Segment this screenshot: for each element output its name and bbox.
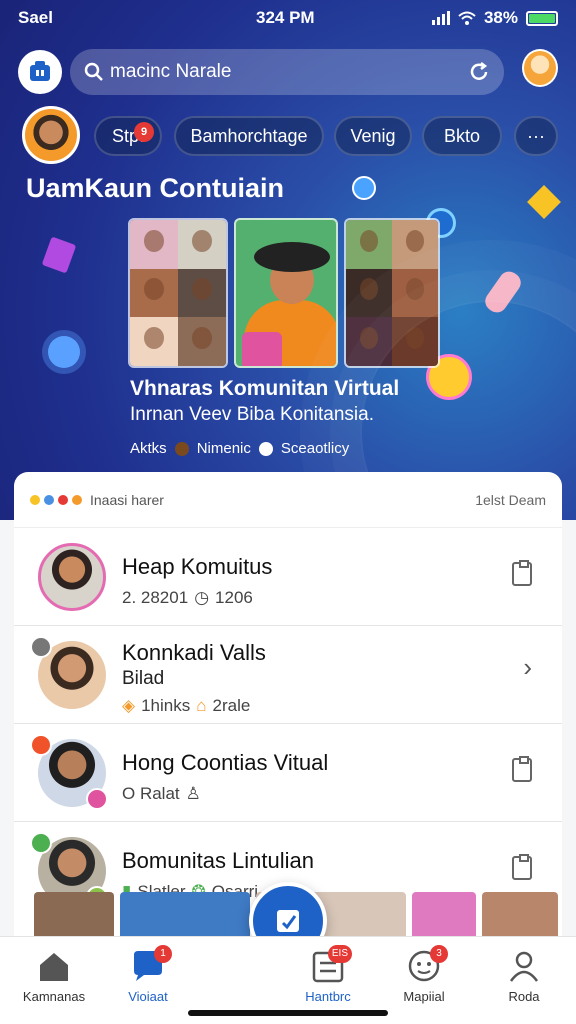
tab-mapiial[interactable]: 3 Mapiial: [374, 945, 474, 1004]
diamond-icon: [527, 185, 561, 219]
more-icon: ···: [527, 125, 545, 146]
tab-chat[interactable]: 1 Vioiaat: [98, 945, 198, 1004]
tab-news[interactable]: EIS Hantbrc: [278, 945, 378, 1004]
tag-icon: [174, 441, 189, 456]
battery-percent: 38%: [483, 8, 518, 27]
shield-icon: ◈: [122, 696, 136, 715]
photo-collage: [0, 218, 576, 368]
tag-icon: [258, 441, 273, 456]
bell-icon: ♙: [185, 784, 201, 803]
item-count: 1206: [215, 588, 253, 607]
chip-label: Bamhorchtage: [190, 125, 308, 146]
edit-icon: [277, 910, 299, 932]
chip-bamhorchtage[interactable]: Bamhorchtage: [174, 116, 324, 156]
avatar: [38, 543, 106, 611]
wifi-icon: [458, 11, 476, 25]
panel-header: Inaasi harer 1elst Deam: [14, 472, 562, 528]
item-title: Hong Coontias Vitual: [122, 750, 329, 775]
house-icon: ⌂: [196, 696, 207, 715]
search-input[interactable]: macinc Narale: [110, 61, 468, 83]
tab-label: Vioiaat: [128, 989, 168, 1004]
hero-banner: Sael 324 PM 38% macinc Narale Stpt 9 Bam…: [0, 0, 576, 520]
clock: 324 PM: [256, 8, 315, 27]
list-item[interactable]: Konnkadi Valls Bilad ◈ 1hinks ⌂ 2rale ›: [14, 626, 562, 724]
item-title: Bomunitas Lintulian: [122, 848, 315, 873]
tab-label: Roda: [508, 989, 540, 1004]
thumbnail[interactable]: [34, 892, 114, 942]
notification-badge: EIS: [327, 945, 352, 963]
tab-profile[interactable]: Roda: [474, 949, 574, 1004]
online-badge-icon: [30, 832, 52, 854]
profile-icon: [506, 949, 542, 983]
chip-bkto[interactable]: Bkto: [422, 116, 502, 156]
home-icon: [36, 949, 72, 983]
news-icon: EIS: [310, 945, 352, 983]
app-logo[interactable]: [18, 50, 62, 94]
photo-featured[interactable]: [234, 218, 338, 368]
profile-avatar[interactable]: [22, 106, 80, 164]
clock-icon: ◷: [194, 588, 210, 607]
list-item[interactable]: Heap Komuitus 2. 28201 ◷ 1206: [14, 528, 562, 626]
tab-label: Mapiial: [403, 989, 445, 1004]
more-button[interactable]: ···: [514, 116, 558, 156]
chip-label: Venig: [350, 125, 396, 146]
hero-subtitle: Vhnaras Komunitan Virtual: [130, 377, 400, 400]
photo-grid-left[interactable]: [128, 218, 228, 368]
community-list-panel: Inaasi harer 1elst Deam Heap Komuitus 2.…: [14, 472, 562, 942]
notification-badge: 3: [430, 945, 448, 963]
chat-icon: 1: [130, 945, 172, 983]
tab-label: Hantbrc: [305, 989, 351, 1004]
chip-badge: 9: [134, 122, 154, 142]
panel-header-right[interactable]: 1elst Deam: [475, 492, 546, 508]
status-badge: [30, 636, 52, 658]
item-meta: 2. 28201 ◷ 1206: [122, 588, 253, 608]
item-meta-2: 2rale: [212, 696, 251, 715]
carrier-label: Sael: [18, 8, 53, 27]
chip-stpt[interactable]: Stpt 9: [94, 116, 162, 156]
chip-label: Bkto: [443, 125, 481, 146]
hero-tags: Aktks Nimenic Sceaotlicy: [130, 440, 349, 457]
clipboard-icon[interactable]: [512, 854, 532, 880]
item-meta-1: O Ralat: [122, 784, 180, 803]
hero-title: UamKaun Contuiain: [26, 173, 285, 203]
thumbnail[interactable]: [412, 892, 476, 942]
chevron-right-icon[interactable]: ›: [523, 652, 532, 683]
thumbnail[interactable]: [482, 892, 558, 942]
tag-label[interactable]: Aktks: [130, 440, 167, 457]
item-meta: O Ralat ♙: [122, 784, 201, 804]
status-dots: [30, 494, 82, 505]
status-bar: Sael 324 PM 38%: [0, 0, 576, 36]
tag-label[interactable]: Sceaotlicy: [281, 440, 349, 457]
tab-home[interactable]: Kamnanas: [4, 949, 104, 1004]
chip-venig[interactable]: Venig: [334, 116, 412, 156]
heart-badge-icon: [86, 788, 108, 810]
item-title: Konnkadi Valls: [122, 640, 266, 665]
user-avatar[interactable]: [522, 49, 558, 87]
thumbnail[interactable]: [120, 892, 250, 942]
battery-icon: [526, 10, 558, 26]
tab-label: Kamnanas: [22, 989, 86, 1004]
search-icon: [84, 62, 103, 81]
refresh-icon[interactable]: [468, 61, 490, 83]
chat-bubble-icon: [352, 176, 376, 200]
home-indicator[interactable]: [188, 1010, 388, 1016]
item-title: Heap Komuitus: [122, 554, 273, 579]
item-meta-1: 1hinks: [141, 696, 191, 715]
clipboard-icon[interactable]: [512, 756, 532, 782]
item-meta: ◈ 1hinks ⌂ 2rale: [122, 696, 250, 716]
signal-icon: [431, 11, 450, 25]
notification-badge: 1: [154, 945, 172, 963]
item-date: 2. 28201: [122, 588, 189, 607]
emoji-icon: [426, 354, 472, 400]
hero-tagline: Inrnan Veev Biba Konitansia.: [130, 404, 375, 425]
item-subtitle: Bilad: [122, 668, 165, 689]
clipboard-icon[interactable]: [512, 560, 532, 586]
verified-badge-icon: [30, 734, 52, 756]
list-item[interactable]: Hong Coontias Vitual O Ralat ♙: [14, 724, 562, 822]
photo-grid-right[interactable]: [344, 218, 440, 368]
search-bar[interactable]: macinc Narale: [70, 49, 504, 95]
smile-icon: 3: [406, 945, 448, 983]
tag-label[interactable]: Nimenic: [197, 440, 251, 457]
panel-header-left: Inaasi harer: [90, 491, 164, 508]
